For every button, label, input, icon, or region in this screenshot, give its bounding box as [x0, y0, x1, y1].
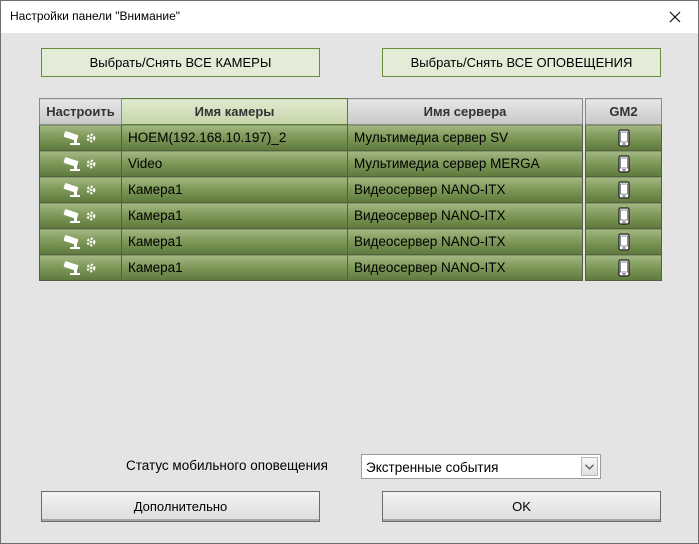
server-name-cell[interactable]: Видеосервер NANO-ITX [347, 176, 583, 203]
phone-icon[interactable] [617, 206, 630, 225]
gm2-cell[interactable] [585, 124, 662, 151]
close-button[interactable] [652, 1, 698, 33]
select-value: Экстренные события [366, 460, 499, 475]
camera-settings-icon[interactable] [62, 259, 100, 275]
phone-icon[interactable] [617, 232, 630, 251]
header-camera-name[interactable]: Имя камеры [121, 98, 348, 125]
camera-settings-icon[interactable] [62, 207, 100, 223]
table-row[interactable]: Video Мультимедиа сервер MERGA [39, 150, 662, 177]
phone-icon[interactable] [617, 180, 630, 199]
gm2-cell[interactable] [585, 176, 662, 203]
camera-settings-icon[interactable] [62, 155, 100, 171]
header-configure[interactable]: Настроить [39, 98, 122, 125]
table-row[interactable]: Камера1 Видеосервер NANO-ITX [39, 202, 662, 229]
camera-name-cell[interactable]: HOEM(192.168.10.197)_2 [121, 124, 348, 151]
advanced-button[interactable]: Дополнительно [41, 491, 320, 522]
camera-name-cell[interactable]: Камера1 [121, 176, 348, 203]
camera-name-cell[interactable]: Камера1 [121, 202, 348, 229]
configure-cell[interactable] [39, 202, 122, 229]
gm2-cell[interactable] [585, 228, 662, 255]
dropdown-button[interactable] [581, 457, 598, 476]
configure-cell[interactable] [39, 254, 122, 281]
camera-name-cell[interactable]: Камера1 [121, 228, 348, 255]
header-server-name[interactable]: Имя сервера [347, 98, 583, 125]
camera-table: Настроить Имя камеры Имя сервера GM2 HOE… [39, 98, 662, 281]
camera-settings-icon[interactable] [62, 181, 100, 197]
mobile-alert-status-label: Статус мобильного оповещения [126, 458, 328, 473]
table-row[interactable]: Камера1 Видеосервер NANO-ITX [39, 254, 662, 281]
table-row[interactable]: HOEM(192.168.10.197)_2 Мультимедиа сервер… [39, 124, 662, 151]
title-bar: Настройки панели "Внимание" [1, 1, 698, 33]
select-all-cameras-button[interactable]: Выбрать/Снять ВСЕ КАМЕРЫ [41, 48, 320, 77]
server-name-cell[interactable]: Мультимедиа сервер MERGA [347, 150, 583, 177]
select-all-alerts-button[interactable]: Выбрать/Снять ВСЕ ОПОВЕЩЕНИЯ [382, 48, 661, 77]
close-icon [669, 11, 681, 23]
dialog-window: Настройки панели "Внимание" Выбрать/Снят… [0, 0, 699, 544]
gm2-cell[interactable] [585, 202, 662, 229]
mobile-alert-status-select[interactable]: Экстренные события [361, 454, 601, 479]
server-name-cell[interactable]: Видеосервер NANO-ITX [347, 228, 583, 255]
configure-cell[interactable] [39, 124, 122, 151]
camera-name-cell[interactable]: Video [121, 150, 348, 177]
chevron-down-icon [585, 463, 594, 470]
server-name-cell[interactable]: Мультимедиа сервер SV [347, 124, 583, 151]
header-gm2[interactable]: GM2 [585, 98, 662, 125]
phone-icon[interactable] [617, 258, 630, 277]
ok-button[interactable]: OK [382, 491, 661, 522]
configure-cell[interactable] [39, 150, 122, 177]
table-row[interactable]: Камера1 Видеосервер NANO-ITX [39, 176, 662, 203]
table-row[interactable]: Камера1 Видеосервер NANO-ITX [39, 228, 662, 255]
window-title: Настройки панели "Внимание" [10, 9, 181, 23]
dialog-body: Выбрать/Снять ВСЕ КАМЕРЫ Выбрать/Снять В… [1, 33, 698, 543]
camera-name-cell[interactable]: Камера1 [121, 254, 348, 281]
table-header-row: Настроить Имя камеры Имя сервера GM2 [39, 98, 662, 125]
gm2-cell[interactable] [585, 150, 662, 177]
phone-icon[interactable] [617, 154, 630, 173]
server-name-cell[interactable]: Видеосервер NANO-ITX [347, 202, 583, 229]
gm2-cell[interactable] [585, 254, 662, 281]
phone-icon[interactable] [617, 128, 630, 147]
configure-cell[interactable] [39, 228, 122, 255]
configure-cell[interactable] [39, 176, 122, 203]
server-name-cell[interactable]: Видеосервер NANO-ITX [347, 254, 583, 281]
camera-settings-icon[interactable] [62, 233, 100, 249]
camera-settings-icon[interactable] [62, 129, 100, 145]
